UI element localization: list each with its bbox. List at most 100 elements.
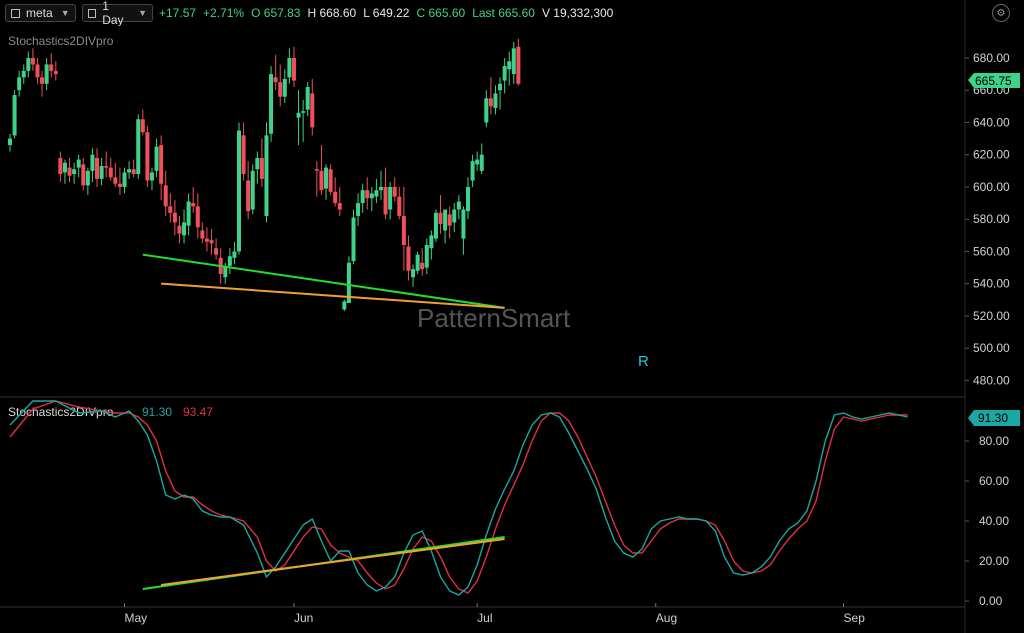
- time-tick-label: May: [125, 611, 148, 625]
- candle-body: [95, 157, 100, 179]
- candle-body: [8, 138, 12, 146]
- candle: [415, 251, 420, 275]
- candle-body: [259, 157, 264, 179]
- indicator-tick-label: 20.00: [979, 554, 1009, 568]
- candle-body: [291, 58, 296, 81]
- candle-body: [127, 169, 132, 173]
- indicator-title-price: Stochastics2DIVpro: [8, 34, 114, 48]
- time-tick-label: Jun: [294, 611, 313, 625]
- time-tick-label: Jul: [477, 611, 492, 625]
- price-tick-label: 540.00: [973, 277, 1010, 291]
- candle-body: [498, 83, 503, 91]
- candle-body: [282, 78, 287, 97]
- candle-body: [314, 169, 319, 171]
- candle-body: [488, 98, 493, 107]
- last-price-badge-text: 665.75: [975, 74, 1012, 88]
- candle-body: [360, 190, 365, 204]
- candle-body: [131, 169, 136, 175]
- candle-body: [108, 167, 113, 178]
- candle-body: [296, 112, 301, 118]
- candle-body: [246, 180, 251, 212]
- indicator-tick-label: 0.00: [979, 594, 1003, 608]
- candle-body: [424, 244, 429, 268]
- candle: [433, 209, 438, 242]
- candle-body: [227, 256, 232, 266]
- candle-body: [383, 186, 388, 215]
- candle-body: [163, 185, 168, 207]
- indicator-badge-text: 91.30: [978, 411, 1008, 425]
- candle-body: [269, 74, 274, 134]
- r-annotation: R: [638, 353, 649, 370]
- indicator-tick-label: 80.00: [979, 434, 1009, 448]
- candle: [136, 114, 141, 179]
- candle-body: [21, 70, 26, 78]
- indicator-tick-label: 60.00: [979, 474, 1009, 488]
- candle-body: [99, 166, 104, 179]
- candle-body: [67, 167, 72, 176]
- candle-body: [328, 169, 333, 192]
- candle-body: [447, 214, 452, 226]
- candle-body: [81, 164, 86, 186]
- last-price-badge: 665.75: [968, 73, 1020, 88]
- candle-body: [374, 190, 379, 197]
- candle-body: [44, 64, 49, 84]
- candle-body: [76, 159, 81, 168]
- candle-body: [85, 170, 90, 186]
- candle-body: [397, 196, 402, 216]
- price-tick-label: 560.00: [973, 244, 1010, 258]
- candle-body: [287, 58, 292, 78]
- candle-body: [411, 269, 416, 278]
- candle-body: [49, 64, 54, 71]
- candle-body: [214, 248, 219, 255]
- candle-body: [305, 87, 310, 110]
- candle: [250, 164, 255, 215]
- candle-body: [443, 209, 448, 231]
- candle-body: [493, 93, 498, 108]
- candle-body: [149, 172, 154, 181]
- candle-body: [351, 217, 356, 262]
- price-tick-label: 620.00: [973, 148, 1010, 162]
- candle-body: [30, 58, 35, 65]
- candle-body: [278, 82, 283, 97]
- candle-body: [204, 238, 209, 242]
- candle: [264, 122, 269, 223]
- candle-body: [232, 251, 237, 258]
- candle-body: [209, 240, 214, 244]
- candle-body: [17, 77, 22, 91]
- candle-body: [333, 191, 338, 204]
- candle-body: [40, 77, 45, 84]
- candle-body: [113, 177, 118, 184]
- candle-body: [104, 166, 109, 168]
- candle: [145, 125, 150, 187]
- candle-body: [456, 201, 461, 210]
- candle-body: [365, 190, 370, 199]
- time-tick-label: Sep: [844, 611, 866, 625]
- candle-body: [342, 301, 347, 310]
- candle-body: [392, 186, 397, 197]
- candle-body: [433, 212, 438, 239]
- candle-body: [429, 235, 434, 249]
- price-tick-label: 680.00: [973, 51, 1010, 65]
- candle-body: [182, 222, 187, 236]
- candle-body: [507, 61, 512, 70]
- candle-body: [136, 119, 141, 175]
- candle-body: [324, 167, 329, 189]
- candle-body: [255, 157, 260, 170]
- candle-body: [237, 130, 241, 252]
- candle: [12, 90, 17, 139]
- candle-body: [145, 132, 150, 181]
- candle-body: [420, 262, 425, 270]
- candle-body: [62, 162, 67, 173]
- candle: [342, 299, 347, 312]
- candle-body: [117, 183, 122, 187]
- candle-body: [12, 95, 17, 136]
- candle: [269, 66, 274, 142]
- candle-body: [200, 230, 205, 239]
- candle-body: [264, 135, 269, 216]
- candle-body: [470, 161, 475, 181]
- candle-body: [53, 70, 58, 75]
- candle-body: [154, 146, 159, 171]
- candle-body: [122, 172, 127, 187]
- candle-body: [26, 58, 31, 71]
- candle-body: [159, 145, 164, 184]
